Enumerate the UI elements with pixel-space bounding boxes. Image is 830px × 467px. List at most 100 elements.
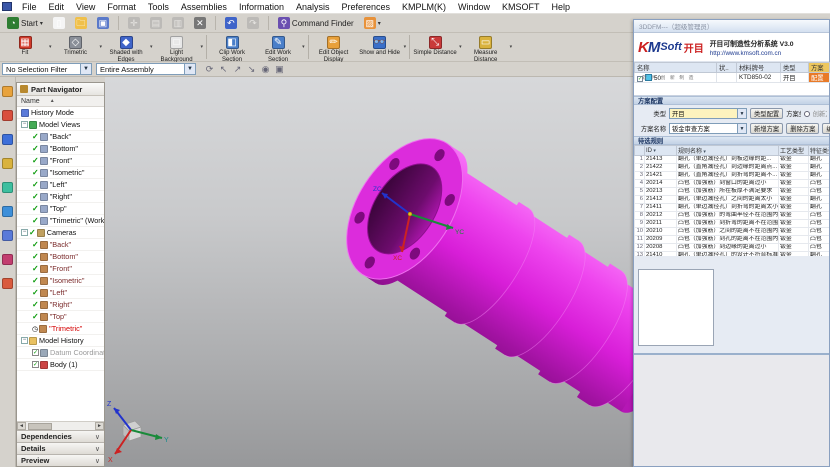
- command-finder-button[interactable]: ⚲Command Finder: [274, 15, 358, 31]
- delete-scheme-button[interactable]: 删除方案: [786, 123, 819, 134]
- dropdown-caret-icon[interactable]: ▾: [40, 20, 43, 27]
- fit-button[interactable]: ▦Fit: [2, 33, 48, 61]
- tree-item-body-1[interactable]: ✓Body (1): [17, 359, 104, 371]
- dropdown-caret-icon[interactable]: ▾: [403, 44, 408, 50]
- save-button[interactable]: ▣: [93, 15, 113, 31]
- web-browser-icon[interactable]: [2, 206, 13, 217]
- rules-col-1[interactable]: ID ▾: [645, 146, 677, 156]
- dependencies-panel-bar[interactable]: Dependencies∨: [17, 430, 104, 442]
- check-icon[interactable]: ✓: [32, 132, 39, 141]
- check-icon[interactable]: ✓: [32, 300, 39, 309]
- kmsoft-titlebar[interactable]: 3DDFM---（超级管理员）: [634, 20, 829, 33]
- tree-item-bottom[interactable]: ✓"Bottom": [17, 251, 104, 263]
- start-logo-button[interactable]: ◔Start▾: [3, 15, 47, 31]
- chevron-down-icon[interactable]: ∨: [95, 445, 100, 453]
- sphere-select-icon[interactable]: ◉: [260, 64, 271, 75]
- tree-item-front[interactable]: ✓"Front": [17, 263, 104, 275]
- menu-kmsoft[interactable]: KMSOFT: [496, 1, 546, 13]
- scrollbar-thumb[interactable]: [28, 423, 52, 430]
- tree-item-datum-coordinat[interactable]: ✓Datum Coordinat: [17, 347, 104, 359]
- dropdown-caret-icon[interactable]: ▾: [200, 44, 205, 50]
- check-icon[interactable]: ✓: [32, 204, 39, 213]
- check-icon[interactable]: ✓: [32, 216, 39, 225]
- tree-item-right[interactable]: ✓"Right": [17, 191, 104, 203]
- selection-filter-combo[interactable]: No Selection Filter ▼: [2, 63, 92, 75]
- rule-row[interactable]: 820212凸包（加强筋）的弯曲半径不在范围内钣金凸包: [635, 212, 830, 220]
- history-palette-icon[interactable]: [2, 230, 13, 241]
- trimetric-button[interactable]: ◇Trimetric: [53, 33, 99, 61]
- new-file-button[interactable]: ▯: [49, 15, 69, 31]
- measure-distance-button[interactable]: ▭Measure Distance: [463, 33, 509, 61]
- menu-edit[interactable]: Edit: [43, 1, 71, 13]
- scroll-right-icon[interactable]: ►: [95, 422, 104, 430]
- tree-item-back[interactable]: ✓"Back": [17, 131, 104, 143]
- rule-row[interactable]: 721411翻孔（单边减径孔）到折弯的距离太小钣金翻孔: [635, 204, 830, 212]
- innovation-scheme-radio[interactable]: [804, 111, 810, 117]
- scheme-name-combo-dropdown-icon[interactable]: ▼: [737, 124, 746, 133]
- rules-table-header-row[interactable]: ID ▾规则名称 ▾工艺类型特征类型: [635, 146, 830, 156]
- rules-col-2[interactable]: 规则名称 ▾: [677, 146, 779, 156]
- rule-row[interactable]: 520213凸包（加强筋）所在板厚不满足要求钣金凸包: [635, 188, 830, 196]
- chevron-down-icon[interactable]: ∨: [95, 457, 100, 465]
- expander-icon[interactable]: −: [21, 121, 28, 128]
- tree-item-model-history[interactable]: −Model History: [17, 335, 104, 347]
- part-navigator-icon[interactable]: [2, 134, 13, 145]
- tree-item-history-mode[interactable]: History Mode: [17, 107, 104, 119]
- check-icon[interactable]: ✓: [32, 180, 39, 189]
- scheme-name-combo[interactable]: 钣金审查方案 ▼: [669, 123, 747, 134]
- tree-horizontal-scrollbar[interactable]: ◄ ►: [17, 421, 104, 430]
- dropdown-caret-icon[interactable]: ▾: [301, 44, 306, 50]
- type-config-button[interactable]: 类型配置: [750, 108, 783, 119]
- roles-palette-icon[interactable]: [2, 278, 13, 289]
- sort-icon[interactable]: ▾: [652, 148, 656, 154]
- tree-item-trimetric[interactable]: ◷"Trimetric": [17, 323, 104, 335]
- menu-file[interactable]: File: [16, 1, 43, 13]
- parts-col-0[interactable]: 名称: [635, 63, 717, 73]
- tree-item-model-views[interactable]: −Model Views: [17, 119, 104, 131]
- assembly-navigator-icon[interactable]: [2, 86, 13, 97]
- shaded-with-edges-button[interactable]: ◆Shaded with Edges: [103, 33, 149, 61]
- tree-item-isometric[interactable]: ✓"Isometric": [17, 275, 104, 287]
- reuse-library-icon[interactable]: [2, 158, 13, 169]
- work-part-cube-icon[interactable]: ▣: [274, 64, 285, 75]
- checkbox-icon[interactable]: ✓: [32, 349, 39, 356]
- dropdown-caret-icon[interactable]: ▾: [378, 20, 381, 27]
- edit-scheme-button[interactable]: 编辑方案: [822, 123, 830, 134]
- expander-icon[interactable]: −: [21, 337, 28, 344]
- rule-row[interactable]: 1321410翻孔（单边减径孔）的设计不符合标准钣金翻孔: [635, 252, 830, 257]
- show-and-hide-button[interactable]: 👓Show and Hide: [357, 33, 403, 61]
- preview-panel-bar[interactable]: Preview∨: [17, 454, 104, 466]
- dropdown-caret-icon[interactable]: ▾: [509, 44, 514, 50]
- hd3d-tools-icon[interactable]: [2, 182, 13, 193]
- menu-tools[interactable]: Tools: [142, 1, 175, 13]
- menu-information[interactable]: Information: [233, 1, 290, 13]
- tree-item-bottom[interactable]: ✓"Bottom": [17, 143, 104, 155]
- snap-arrow-icon-1[interactable]: ↖: [218, 64, 229, 75]
- rule-row[interactable]: 1020210凸包（加强筋）之间的距离不在范围内钣金凸包: [635, 228, 830, 236]
- parts-col-4[interactable]: 方案: [809, 63, 830, 73]
- open-folder-button[interactable]: 🗀: [71, 15, 91, 31]
- snap-arrow-icon-2[interactable]: ↗: [232, 64, 243, 75]
- menu-kmplm-k[interactable]: KMPLM(K): [396, 1, 452, 13]
- rules-col-4[interactable]: 特征类型: [809, 146, 830, 156]
- selection-scope-dropdown-icon[interactable]: ▼: [184, 64, 195, 74]
- tree-item-right[interactable]: ✓"Right": [17, 299, 104, 311]
- menu-assemblies[interactable]: Assemblies: [175, 1, 233, 13]
- type-combo[interactable]: 开目 ▼: [669, 108, 747, 119]
- sort-icon[interactable]: ▾: [702, 149, 706, 155]
- rules-col-0[interactable]: [635, 146, 645, 156]
- check-icon[interactable]: ✓: [32, 168, 39, 177]
- materials-icon[interactable]: [2, 254, 13, 265]
- add-scheme-button[interactable]: 新增方案: [750, 123, 783, 134]
- tree-item-isometric[interactable]: ✓"Isometric": [17, 167, 104, 179]
- undo-button[interactable]: ↶: [221, 15, 241, 31]
- snap-arrow-icon-3[interactable]: ↘: [246, 64, 257, 75]
- type-combo-dropdown-icon[interactable]: ▼: [737, 109, 746, 118]
- tree-item-left[interactable]: ✓"Left": [17, 179, 104, 191]
- scroll-left-icon[interactable]: ◄: [17, 422, 26, 430]
- selection-filter-dropdown-icon[interactable]: ▼: [80, 64, 91, 74]
- checkbox-icon[interactable]: ✓: [32, 361, 39, 368]
- refresh-icon[interactable]: ⟳: [204, 64, 215, 75]
- tree-item-cameras[interactable]: −✓Cameras: [17, 227, 104, 239]
- part-navigator-header[interactable]: Part Navigator: [17, 83, 104, 96]
